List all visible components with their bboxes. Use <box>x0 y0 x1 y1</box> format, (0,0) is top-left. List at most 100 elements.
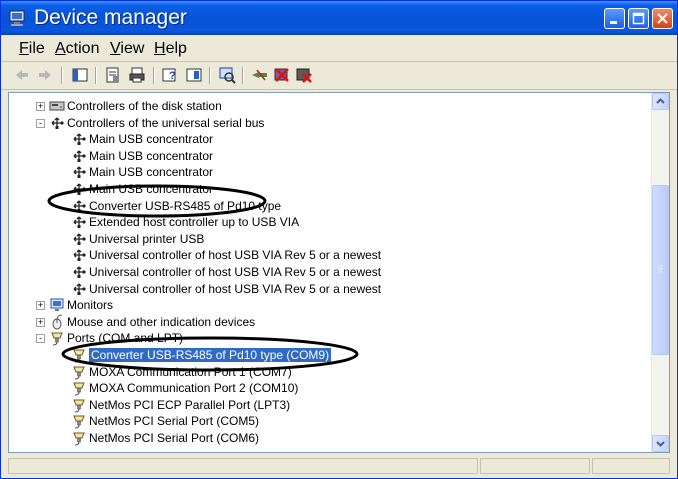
tree-item-label: MOXA Communication Port 2 (COM10) <box>89 381 299 396</box>
status-pane-main <box>8 458 478 474</box>
expand-icon[interactable]: + <box>36 102 45 111</box>
tree-item-label: NetMos PCI Serial Port (COM5) <box>89 414 260 429</box>
chevron-down-icon <box>656 441 665 447</box>
tree-item-label: Extended host controller up to USB VIA <box>89 215 300 230</box>
back-arrow-icon[interactable] <box>13 66 31 84</box>
tree-device-item[interactable]: Main USB concentrator <box>9 181 649 197</box>
tree-item-label: Controllers of the disk station <box>67 99 222 113</box>
tree-item-label: Universal controller of host USB VIA Rev… <box>89 248 382 263</box>
usb-icon <box>71 198 87 214</box>
tree-category-item[interactable]: + Monitors <box>9 297 649 313</box>
tree-category-item[interactable]: - Controllers of the universal serial bus <box>9 115 649 131</box>
maximize-button[interactable] <box>628 8 649 29</box>
port-icon <box>71 364 87 380</box>
port-icon <box>71 430 87 446</box>
port-icon <box>71 347 87 363</box>
maximize-icon <box>632 12 645 25</box>
tree-device-item[interactable]: MOXA Communication Port 2 (COM10) <box>9 380 649 396</box>
expand-icon[interactable]: + <box>36 301 45 311</box>
help-icon[interactable]: ? <box>161 66 179 84</box>
tree-device-item[interactable]: NetMos PCI ECP Parallel Port (LPT3) <box>9 397 649 413</box>
menu-file[interactable]: File <box>19 40 45 58</box>
usb-icon <box>71 164 87 180</box>
tree-item-label: MOXA Communication Port 1 (COM7) <box>89 364 292 379</box>
tree-item-label: Main USB concentrator <box>89 148 214 163</box>
collapse-icon[interactable]: - <box>36 118 45 128</box>
tree-device-item[interactable]: Universal controller of host USB VIA Rev… <box>9 281 649 297</box>
menu-help[interactable]: Help <box>154 40 187 58</box>
tree-item-label: Universal controller of host USB VIA Rev… <box>89 265 382 279</box>
forward-arrow-icon[interactable] <box>36 66 54 84</box>
tree-device-item[interactable]: Main USB concentrator <box>9 148 649 164</box>
minimize-icon <box>610 21 617 24</box>
tree-device-item[interactable]: Universal printer USB <box>9 231 649 247</box>
status-pane-2 <box>480 458 590 474</box>
tree-category-item[interactable]: - Ports (COM and LPT) <box>9 330 649 346</box>
update-driver-icon[interactable] <box>251 66 269 84</box>
usb-icon <box>71 131 87 147</box>
tree-item-label: NetMos PCI ECP Parallel Port (LPT3) <box>89 397 291 412</box>
minimize-button[interactable] <box>604 8 625 29</box>
status-bar <box>8 457 670 475</box>
svg-text:?: ? <box>169 70 176 82</box>
tree-category-item[interactable]: + Controllers of the disk station <box>9 98 649 114</box>
status-pane-3 <box>592 458 670 474</box>
window-title: Device manager <box>34 6 187 29</box>
tree-device-item[interactable]: Extended host controller up to USB VIA <box>9 214 649 230</box>
uninstall-device-icon[interactable] <box>295 66 313 84</box>
chevron-up-icon <box>656 98 665 104</box>
usb-icon <box>71 264 87 280</box>
tree-item-label: Controllers of the universal serial bus <box>67 115 265 130</box>
tree-device-item[interactable]: Main USB concentrator <box>9 131 649 147</box>
show-hide-tree-icon[interactable] <box>71 66 89 84</box>
usb-icon <box>71 247 87 263</box>
port-icon <box>71 397 87 413</box>
tree-item-label: Universal controller of host USB VIA Rev… <box>89 281 382 296</box>
tree-category-item[interactable]: + Mouse and other indication devices <box>9 314 649 330</box>
scroll-up-button[interactable] <box>652 93 669 110</box>
vertical-scrollbar[interactable] <box>651 93 669 452</box>
tree-item-label: Main USB concentrator <box>89 182 214 196</box>
tree-device-item[interactable]: Universal controller of host USB VIA Rev… <box>9 247 649 263</box>
close-icon <box>657 13 668 24</box>
usb-icon <box>71 214 87 230</box>
properties-icon[interactable] <box>104 66 122 84</box>
tree-item-label: Ports (COM and LPT) <box>67 331 184 346</box>
device-manager-app-icon <box>9 10 25 26</box>
port-icon <box>71 413 87 429</box>
port-icon <box>71 380 87 396</box>
tree-device-item[interactable]: Universal controller of host USB VIA Rev… <box>9 264 649 280</box>
expand-icon[interactable]: + <box>36 317 45 327</box>
disable-device-icon[interactable] <box>273 66 291 84</box>
usb-icon <box>71 181 87 197</box>
mouse-icon <box>49 314 65 330</box>
device-manager-window: Device manager File Action View Help ? +… <box>0 0 678 479</box>
tree-item-label: Converter USB-RS485 of Pd10 type (COM9) <box>89 348 332 362</box>
usb-icon <box>71 148 87 164</box>
tree-item-label: NetMos PCI Serial Port (COM6) <box>89 431 260 445</box>
scroll-thumb[interactable] <box>652 185 669 355</box>
tree-device-item[interactable]: Main USB concentrator <box>9 164 649 180</box>
tree-item-label: Main USB concentrator <box>89 132 214 147</box>
print-icon[interactable] <box>128 66 146 84</box>
title-bar[interactable]: Device manager <box>1 1 677 35</box>
toolbar: ? <box>1 62 677 90</box>
scroll-down-button[interactable] <box>652 435 669 452</box>
tree-device-item[interactable]: Converter USB-RS485 of Pd10 type (COM9) <box>9 347 649 363</box>
tree-device-item[interactable]: MOXA Communication Port 1 (COM7) <box>9 364 649 380</box>
console-view-icon[interactable] <box>185 66 203 84</box>
port-icon <box>49 330 65 346</box>
collapse-icon[interactable]: - <box>36 334 45 344</box>
menu-view[interactable]: View <box>110 40 144 58</box>
menu-bar: File Action View Help <box>1 36 677 62</box>
scan-hardware-icon[interactable] <box>218 66 236 84</box>
tree-item-label: Converter USB-RS485 of Pd10 type <box>89 198 282 213</box>
close-button[interactable] <box>652 8 673 29</box>
device-tree[interactable]: + Controllers of the disk station - Control… <box>8 92 670 453</box>
tree-device-item[interactable]: NetMos PCI Serial Port (COM5) <box>9 413 649 429</box>
grip-icon <box>658 265 663 273</box>
tree-device-item[interactable]: Converter USB-RS485 of Pd10 type <box>9 198 649 214</box>
disk-controller-icon <box>49 98 65 114</box>
tree-device-item[interactable]: NetMos PCI Serial Port (COM6) <box>9 430 649 446</box>
menu-action[interactable]: Action <box>55 40 99 58</box>
